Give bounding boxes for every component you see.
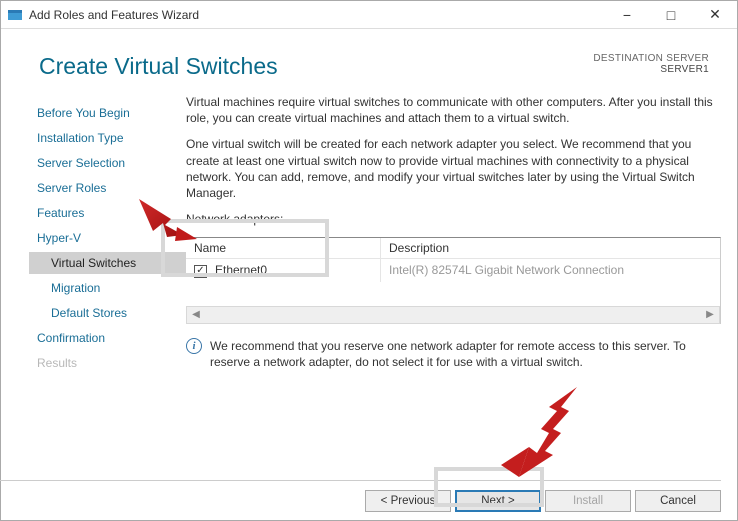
destination-value: SERVER1 [593,64,709,75]
nav-item-installation-type[interactable]: Installation Type [29,127,186,149]
window-icon [7,7,23,23]
nav-item-migration[interactable]: Migration [29,277,186,299]
intro-text-2: One virtual switch will be created for e… [186,136,721,201]
header: Create Virtual Switches DESTINATION SERV… [1,29,737,94]
cancel-button[interactable]: Cancel [635,490,721,512]
wizard-nav: Before You Begin Installation Type Server … [1,94,186,380]
minimize-button[interactable]: − [605,1,649,29]
nav-item-default-stores[interactable]: Default Stores [29,302,186,324]
nav-item-results: Results [29,352,186,374]
scroll-left-icon[interactable]: ◀ [187,307,205,323]
adapter-description: Intel(R) 82574L Gigabit Network Connecti… [381,259,720,281]
adapter-name: Ethernet0 [215,263,267,277]
close-button[interactable]: ✕ [693,1,737,29]
scroll-right-icon[interactable]: ▶ [701,307,719,323]
maximize-button[interactable]: □ [649,1,693,29]
table-row[interactable]: ✓ Ethernet0 Intel(R) 82574L Gigabit Netwo… [186,259,720,281]
destination-server: DESTINATION SERVER SERVER1 [593,53,709,80]
footer: < Previous Next > Install Cancel [365,490,721,512]
adapters-label: Network adapters: [186,211,721,227]
table-header: Name Description [186,238,720,259]
nav-item-features[interactable]: Features [29,202,186,224]
nav-item-server-roles[interactable]: Server Roles [29,177,186,199]
nav-item-confirmation[interactable]: Confirmation [29,327,186,349]
next-button[interactable]: Next > [455,490,541,512]
adapters-table: Name Description ✓ Ethernet0 Intel(R) 825… [186,237,721,323]
previous-button[interactable]: < Previous [365,490,451,512]
window-controls: − □ ✕ [605,1,737,29]
info-icon: i [186,338,202,354]
nav-item-before-you-begin[interactable]: Before You Begin [29,102,186,124]
intro-text-1: Virtual machines require virtual switche… [186,94,721,126]
destination-label: DESTINATION SERVER [593,53,709,64]
page-title: Create Virtual Switches [39,53,593,80]
col-header-description[interactable]: Description [381,238,720,258]
footer-divider [0,480,721,481]
nav-item-hyper-v[interactable]: Hyper-V [29,227,186,249]
nav-item-server-selection[interactable]: Server Selection [29,152,186,174]
adapter-name-cell: ✓ Ethernet0 [186,259,381,281]
main: Before You Begin Installation Type Server … [1,94,737,380]
install-button[interactable]: Install [545,490,631,512]
content: Virtual machines require virtual switche… [186,94,737,380]
info-note: i We recommend that you reserve one netw… [186,338,721,380]
adapter-checkbox[interactable]: ✓ [194,265,207,278]
nav-item-virtual-switches[interactable]: Virtual Switches [29,252,186,274]
window-title: Add Roles and Features Wizard [29,8,605,22]
annotation-arrow-2 [499,381,599,481]
titlebar: Add Roles and Features Wizard − □ ✕ [1,1,737,29]
col-header-name[interactable]: Name [186,238,381,258]
horizontal-scrollbar[interactable]: ◀ ▶ [186,306,720,324]
info-text: We recommend that you reserve one networ… [210,338,721,370]
